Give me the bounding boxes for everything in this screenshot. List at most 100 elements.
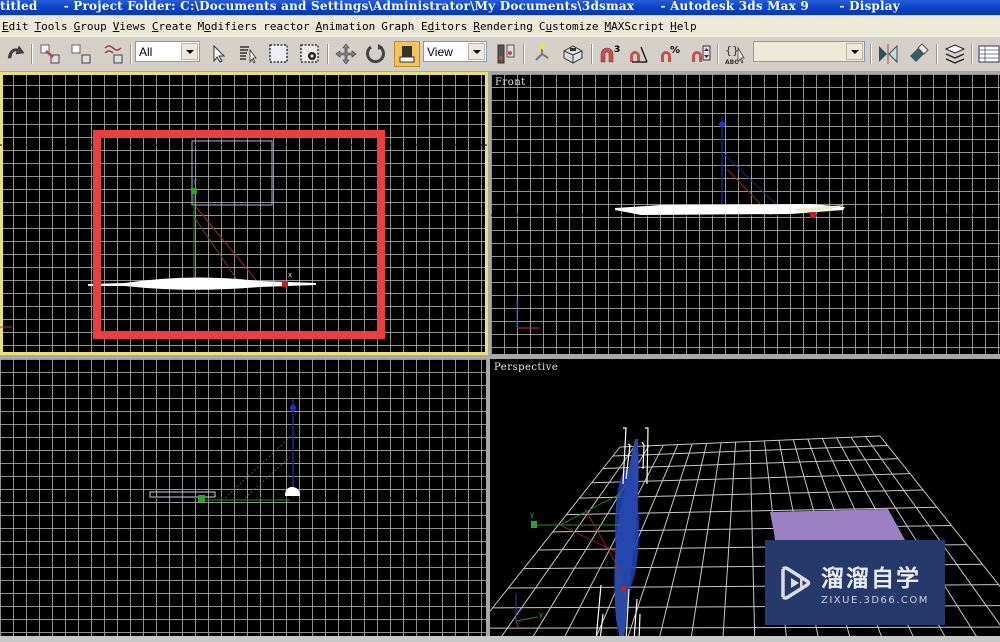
select-and-scale-icon <box>399 46 415 63</box>
menu-item[interactable]: Group <box>72 20 111 33</box>
grid-line <box>722 442 737 640</box>
menu-item-label: elp <box>676 19 697 33</box>
viewport-top[interactable]: y x <box>0 72 488 355</box>
chevron-down-icon[interactable] <box>846 43 863 60</box>
select-and-link-button[interactable] <box>37 41 63 67</box>
viewport-left[interactable] <box>0 359 486 640</box>
select-and-manipulate-icon <box>535 44 549 61</box>
percent-snap-toggle-button[interactable]: % <box>657 41 683 67</box>
mirror-button[interactable] <box>875 41 901 67</box>
light-x-handle <box>621 586 626 591</box>
use-pivot-point-center-button[interactable] <box>493 41 519 67</box>
select-and-rotate-button[interactable] <box>363 41 389 67</box>
menu-item[interactable]: Animation <box>314 20 380 33</box>
menu-item[interactable]: Edit <box>0 20 33 33</box>
redo-button[interactable] <box>3 41 29 67</box>
curve-editor-button[interactable] <box>976 41 1000 67</box>
align-icon <box>910 43 929 62</box>
menu-item-label: C <box>151 19 159 33</box>
edit-named-selection-sets-button[interactable]: {} ABC <box>723 41 749 67</box>
menu-item-label: roup <box>80 19 107 33</box>
menu-item[interactable]: Modifiers <box>196 20 262 33</box>
edit-named-selection-sets-icon: {} ABC <box>725 44 745 66</box>
menu-item[interactable]: Create <box>150 20 196 33</box>
chevron-down-icon[interactable] <box>181 43 198 60</box>
angle-snap-toggle-button[interactable] <box>626 41 652 67</box>
window-crossing-button[interactable] <box>297 41 323 67</box>
menu-bar: Edit Tools Group Views Create Modifiers reacto… <box>0 16 1000 36</box>
unlink-selection-button[interactable] <box>68 41 94 67</box>
menu-item-label: ools <box>41 19 68 33</box>
light-y-label: y <box>193 177 197 185</box>
window-crossing-icon <box>300 44 319 63</box>
named-selection-sets-dropdown[interactable] <box>753 41 865 62</box>
blade-object <box>285 487 300 496</box>
light-cone-line <box>193 216 241 285</box>
select-and-link-icon <box>40 44 60 64</box>
annotation-highlight-box <box>93 130 385 339</box>
curve-editor-icon <box>978 45 1000 63</box>
svg-text:ABC: ABC <box>725 59 739 66</box>
menu-item-label: difiers <box>210 19 258 33</box>
select-by-name-button[interactable] <box>236 41 262 67</box>
menu-item-label: nimation <box>322 19 376 33</box>
rectangular-selection-region-button[interactable] <box>266 41 292 67</box>
grid-line <box>490 446 621 612</box>
select-and-move-icon <box>335 43 357 65</box>
toolbar-separator <box>870 44 872 64</box>
select-and-scale-button[interactable] <box>394 41 420 67</box>
menu-item-label: o <box>204 19 211 33</box>
watermark-url: ZIXUE.3D66.COM <box>821 595 929 606</box>
align-button[interactable] <box>906 41 932 67</box>
toolbar-separator <box>717 44 719 64</box>
rectangular-selection-region-icon <box>269 44 288 63</box>
light-z-handle <box>290 405 296 411</box>
selection-filter-dropdown[interactable]: All <box>135 41 200 62</box>
axis-tripod-y <box>515 616 539 622</box>
select-and-manipulate-button[interactable] <box>529 41 555 67</box>
spinner-snap-toggle-icon <box>692 45 711 62</box>
grid-line <box>490 626 1000 629</box>
blade-object <box>88 277 316 290</box>
menu-item[interactable]: Help <box>668 20 701 33</box>
time-slider-strip <box>0 636 1000 642</box>
front-viewport-scene <box>491 116 1000 329</box>
viewport-front[interactable]: Front <box>491 74 1000 354</box>
svg-text:%: % <box>670 45 680 56</box>
menu-item-label: itors <box>434 19 468 33</box>
reference-coordinate-system-dropdown[interactable]: View <box>423 41 487 62</box>
keyboard-shortcut-override-button[interactable] <box>560 41 586 67</box>
menu-item-label: dit <box>8 19 29 33</box>
menu-item[interactable]: Tools <box>33 20 72 33</box>
menu-item[interactable]: MAXScript <box>603 20 669 33</box>
toolbar-separator <box>591 44 593 64</box>
grid-line <box>749 441 756 640</box>
menu-item[interactable]: Rendering <box>471 20 537 33</box>
select-object-button[interactable] <box>205 41 231 67</box>
toolbar-separator <box>971 44 973 64</box>
svg-text:{}: {} <box>725 44 739 57</box>
layer-manager-button[interactable] <box>942 41 968 67</box>
menu-item-label: C <box>538 19 546 33</box>
menu-item[interactable]: Graph Editors <box>379 20 471 33</box>
keyboard-shortcut-override-icon <box>563 45 583 64</box>
snaps-toggle-button[interactable]: 3 <box>596 41 622 67</box>
bind-to-space-warp-icon <box>104 45 123 64</box>
bind-to-space-warp-button[interactable] <box>100 41 126 67</box>
light-y-handle <box>191 188 197 194</box>
spinner-snap-toggle-button[interactable] <box>688 41 714 67</box>
menu-item[interactable]: Customize <box>537 20 603 33</box>
select-and-move-button[interactable] <box>333 41 359 67</box>
light-y-label: y <box>530 511 534 519</box>
blade-body <box>615 469 639 589</box>
layer-manager-icon <box>944 44 966 64</box>
light-y-handle <box>531 521 537 528</box>
toolbar-separator <box>31 44 33 64</box>
menu-item[interactable]: reactor <box>261 20 313 33</box>
use-pivot-point-center-icon <box>497 44 515 64</box>
light-z-handle <box>719 121 725 127</box>
menu-item[interactable]: Views <box>111 20 150 33</box>
menu-item-label: Graph E <box>381 19 428 33</box>
select-by-name-icon <box>240 46 257 64</box>
chevron-down-icon[interactable] <box>468 43 485 60</box>
